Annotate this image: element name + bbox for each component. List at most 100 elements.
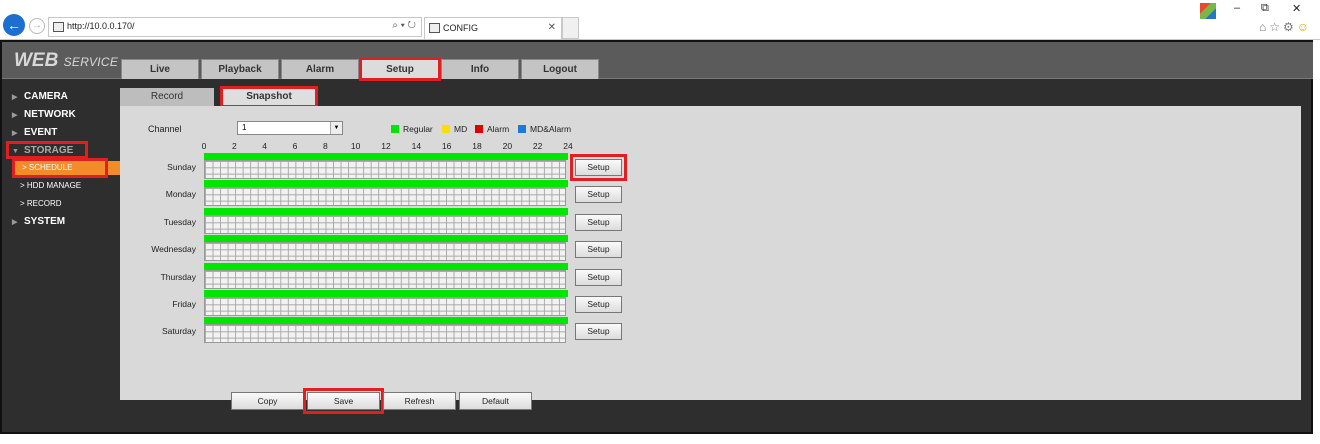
sidebar-item-system[interactable]: ▶ SYSTEM — [12, 216, 65, 227]
sidebar-subitem-record[interactable]: > RECORD — [20, 199, 62, 208]
legend-label: Alarm — [487, 124, 510, 134]
expand-triangle-icon: ▶ — [12, 219, 18, 226]
app-header: WEB SERVICE Live Playback Alarm Setup In… — [2, 42, 1313, 81]
day-schedule-row[interactable] — [204, 317, 568, 344]
expand-triangle-icon: ▶ — [12, 94, 18, 101]
hour-label: 0 — [201, 141, 207, 151]
minimize-icon[interactable]: – — [1234, 2, 1240, 14]
day-schedule-row[interactable] — [204, 262, 568, 290]
hour-label: 16 — [441, 141, 452, 151]
sidebar-item-label: CAMERA — [24, 91, 68, 102]
time-slot-grid[interactable] — [204, 297, 566, 316]
forward-arrow-icon[interactable]: → — [29, 18, 45, 34]
day-schedule-row[interactable] — [204, 290, 568, 317]
time-slot-grid[interactable] — [204, 324, 566, 344]
regular-schedule-bar — [204, 317, 568, 325]
regular-schedule-bar — [204, 207, 568, 215]
default-button[interactable]: Default — [459, 392, 532, 410]
sidebar-item-camera[interactable]: ▶ CAMERA — [12, 91, 68, 102]
tab-info[interactable]: Info — [441, 59, 519, 79]
back-arrow-icon[interactable]: ← — [3, 14, 25, 36]
hour-label: 20 — [502, 141, 513, 151]
hour-label: 12 — [381, 141, 391, 151]
smiley-feedback-icon[interactable]: ☺ — [1297, 20, 1312, 34]
sidebar-item-label: SYSTEM — [24, 216, 66, 227]
legend-item-md: MD — [442, 124, 467, 134]
search-refresh-icons[interactable]: ⌕ ▾ ↻ — [392, 20, 416, 31]
time-slot-grid[interactable] — [204, 269, 566, 289]
legend-item-regular: Regular — [391, 124, 433, 134]
subtab-record[interactable]: Record — [120, 88, 214, 106]
time-slot-grid[interactable] — [204, 160, 566, 179]
hour-label: 18 — [472, 141, 482, 151]
hour-label: 6 — [292, 141, 298, 151]
url-text[interactable]: http://10.0.0.170/ — [67, 21, 135, 31]
sidebar-item-event[interactable]: ▶ EVENT — [12, 127, 57, 138]
restore-icon[interactable]: ⧉ — [1261, 2, 1269, 15]
close-icon[interactable]: ✕ — [1292, 2, 1301, 15]
setup-button[interactable]: Setup — [575, 268, 622, 286]
favorites-star-icon[interactable]: ☆ — [1269, 20, 1283, 34]
time-slot-grid[interactable] — [204, 242, 566, 262]
day-label: Tuesday — [163, 216, 196, 227]
day-label: Wednesday — [151, 244, 196, 255]
subtab-snapshot[interactable]: Snapshot — [220, 86, 318, 108]
setup-button[interactable]: Setup — [575, 296, 622, 313]
channel-select[interactable]: 1 ▼ — [237, 121, 343, 135]
logo-main: WEB — [14, 50, 59, 71]
legend-swatch-md-alarm — [518, 125, 526, 133]
day-schedule-row[interactable] — [204, 235, 568, 262]
regular-schedule-bar — [204, 153, 568, 160]
time-slot-grid[interactable] — [204, 214, 566, 234]
sidebar-subitem-label: HDD MANAGE — [26, 181, 82, 190]
legend-swatch-alarm — [475, 125, 483, 133]
schedule-panel: Channel 1 ▼ Regular MD Alarm MD&Alarm 0 2… — [120, 106, 1301, 414]
web-service-app: WEB SERVICE Live Playback Alarm Setup In… — [0, 40, 1313, 434]
page-icon — [53, 22, 64, 32]
regular-schedule-bar — [204, 262, 568, 270]
expand-triangle-icon: ▶ — [12, 112, 18, 119]
chevron-right-icon: > — [20, 199, 25, 208]
copy-button[interactable]: Copy — [231, 392, 304, 410]
day-schedule-row[interactable] — [204, 153, 568, 180]
day-label: Thursday — [160, 271, 196, 282]
sidebar-subitem-hdd-manage[interactable]: > HDD MANAGE — [20, 181, 81, 190]
tab-close-icon[interactable]: ✕ — [548, 22, 556, 33]
storage-highlight-box — [6, 141, 88, 159]
hour-label: 24 — [563, 141, 573, 151]
setup-button[interactable]: Setup — [570, 154, 627, 181]
tab-live[interactable]: Live — [121, 59, 199, 79]
address-bar[interactable]: http://10.0.0.170/ ⌕ ▾ ↻ — [48, 17, 422, 37]
day-label: Monday — [165, 189, 196, 200]
sidebar: ▶ CAMERA ▶ NETWORK ▶ EVENT ▼ STORAGE > SCHED… — [2, 87, 120, 427]
day-label: Sunday — [167, 162, 196, 172]
home-icon[interactable]: ⌂ — [1259, 20, 1269, 34]
legend-label: MD&Alarm — [530, 124, 572, 134]
browser-chrome: ← → http://10.0.0.170/ ⌕ ▾ ↻ CONFIG ✕ – … — [0, 0, 1320, 40]
refresh-button[interactable]: Refresh — [383, 392, 456, 410]
chevron-down-icon[interactable]: ▼ — [330, 122, 342, 134]
setup-button[interactable]: Setup — [575, 241, 622, 259]
regular-schedule-bar — [204, 290, 568, 297]
setup-button[interactable]: Setup — [575, 213, 622, 231]
regular-schedule-bar — [204, 235, 568, 243]
new-tab-button[interactable] — [562, 17, 579, 39]
tab-logout[interactable]: Logout — [521, 59, 599, 79]
settings-gear-icon[interactable]: ⚙ — [1283, 20, 1297, 34]
sidebar-item-network[interactable]: ▶ NETWORK — [12, 109, 76, 120]
save-button[interactable]: Save — [303, 388, 384, 414]
hour-label: 2 — [231, 141, 237, 151]
day-label: Friday — [172, 299, 196, 309]
legend-swatch-md — [442, 125, 450, 133]
app-logo-icon — [1200, 3, 1216, 19]
day-schedule-row[interactable] — [204, 180, 568, 207]
tab-alarm[interactable]: Alarm — [281, 59, 359, 79]
setup-button[interactable]: Setup — [575, 323, 622, 341]
tab-playback[interactable]: Playback — [201, 59, 279, 79]
tab-setup[interactable]: Setup — [359, 57, 441, 81]
day-schedule-row[interactable] — [204, 207, 568, 235]
chevron-right-icon: > — [20, 181, 25, 190]
setup-button[interactable]: Setup — [575, 186, 622, 204]
time-slot-grid[interactable] — [204, 187, 566, 207]
browser-tab[interactable]: CONFIG ✕ — [424, 17, 562, 39]
